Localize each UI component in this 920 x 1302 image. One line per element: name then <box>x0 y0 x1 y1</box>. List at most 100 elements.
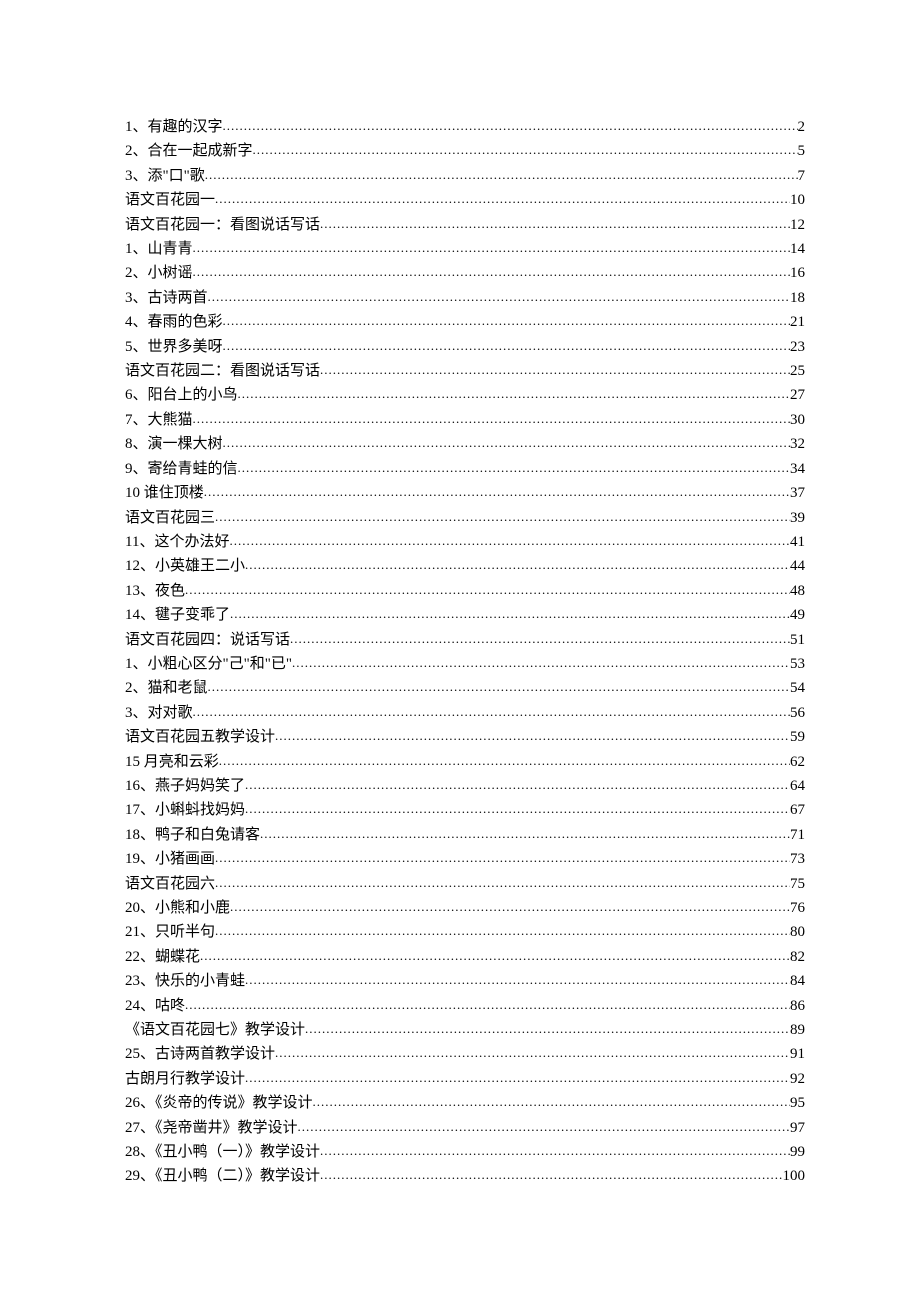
toc-entry[interactable]: 16、燕子妈妈笑了64 <box>125 774 805 798</box>
toc-entry[interactable]: 23、快乐的小青蛙 84 <box>125 969 805 993</box>
toc-entry[interactable]: 22、蝴蝶花82 <box>125 945 805 969</box>
toc-leader-dots <box>230 602 790 626</box>
toc-title: 5、世界多美呀 <box>125 335 223 359</box>
toc-entry[interactable]: 8、演一棵大树32 <box>125 432 805 456</box>
toc-leader-dots <box>215 846 790 870</box>
toc-leader-dots <box>238 382 790 406</box>
toc-title: 语文百花园一 <box>125 188 215 212</box>
toc-entry[interactable]: 6、阳台上的小鸟27 <box>125 383 805 407</box>
toc-page-number: 84 <box>790 969 805 993</box>
toc-title: 古朗月行教学设计 <box>125 1067 245 1091</box>
toc-entry[interactable]: 11、这个办法好41 <box>125 530 805 554</box>
toc-entry[interactable]: 10 谁住顶楼37 <box>125 481 805 505</box>
toc-page-number: 73 <box>790 847 805 871</box>
toc-entry[interactable]: 语文百花园四：说话写话 51 <box>125 628 805 652</box>
toc-leader-dots <box>245 773 790 797</box>
toc-title: 25、古诗两首教学设计 <box>125 1042 275 1066</box>
toc-entry[interactable]: 语文百花园一10 <box>125 188 805 212</box>
toc-leader-dots <box>193 260 790 284</box>
toc-leader-dots <box>204 480 790 504</box>
toc-leader-dots <box>253 138 798 162</box>
toc-entry[interactable]: 语文百花园六75 <box>125 872 805 896</box>
toc-page-number: 48 <box>790 579 805 603</box>
toc-entry[interactable]: 语文百花园三 39 <box>125 506 805 530</box>
toc-page-number: 99 <box>790 1140 805 1164</box>
toc-page-number: 95 <box>790 1091 805 1115</box>
toc-leader-dots <box>200 944 790 968</box>
toc-title: 3、对对歌 <box>125 701 193 725</box>
toc-leader-dots <box>205 163 798 187</box>
toc-entry[interactable]: 15 月亮和云彩62 <box>125 750 805 774</box>
toc-entry[interactable]: 12、小英雄王二小44 <box>125 554 805 578</box>
toc-page-number: 16 <box>790 261 805 285</box>
toc-entry[interactable]: 24、咕咚86 <box>125 994 805 1018</box>
toc-title: 3、古诗两首 <box>125 286 208 310</box>
toc-leader-dots <box>245 797 790 821</box>
toc-entry[interactable]: 7、大熊猫30 <box>125 408 805 432</box>
toc-page-number: 62 <box>790 750 805 774</box>
toc-entry[interactable]: 29、《丑小鸭（二）》教学设计100 <box>125 1164 805 1188</box>
toc-entry[interactable]: 1、山青青14 <box>125 237 805 261</box>
toc-title: 23、快乐的小青蛙 <box>125 969 245 993</box>
toc-page-number: 86 <box>790 994 805 1018</box>
toc-entry[interactable]: 语文百花园二：看图说话写话25 <box>125 359 805 383</box>
toc-entry[interactable]: 20、小熊和小鹿76 <box>125 896 805 920</box>
toc-leader-dots <box>193 700 790 724</box>
toc-leader-dots <box>245 1066 790 1090</box>
toc-entry[interactable]: 5、世界多美呀 23 <box>125 335 805 359</box>
toc-title: 22、蝴蝶花 <box>125 945 200 969</box>
toc-entry[interactable]: 3、添"口"歌7 <box>125 164 805 188</box>
toc-page-number: 23 <box>790 335 805 359</box>
toc-entry[interactable]: 语文百花园一：看图说话写话12 <box>125 213 805 237</box>
toc-page-number: 39 <box>790 506 805 530</box>
toc-title: 16、燕子妈妈笑了 <box>125 774 245 798</box>
toc-entry[interactable]: 18、鸭子和白兔请客71 <box>125 823 805 847</box>
toc-title: 19、小猪画画 <box>125 847 215 871</box>
toc-entry[interactable]: 4、春雨的色彩21 <box>125 310 805 334</box>
toc-entry[interactable]: 古朗月行教学设计92 <box>125 1067 805 1091</box>
toc-page-number: 44 <box>790 554 805 578</box>
toc-entry[interactable]: 25、古诗两首教学设计91 <box>125 1042 805 1066</box>
toc-entry[interactable]: 19、小猪画画 73 <box>125 847 805 871</box>
toc-entry[interactable]: 3、古诗两首18 <box>125 286 805 310</box>
toc-page-number: 51 <box>790 628 805 652</box>
toc-page-number: 21 <box>790 310 805 334</box>
toc-entry[interactable]: 17、小蝌蚪找妈妈67 <box>125 798 805 822</box>
toc-title: 20、小熊和小鹿 <box>125 896 230 920</box>
toc-leader-dots <box>215 187 790 211</box>
toc-entry[interactable]: 13、夜色48 <box>125 579 805 603</box>
toc-leader-dots <box>208 285 790 309</box>
toc-entry[interactable]: 1、小粗心区分"己"和"已"53 <box>125 652 805 676</box>
toc-entry[interactable]: 语文百花园五教学设计59 <box>125 725 805 749</box>
toc-leader-dots <box>229 529 790 553</box>
toc-page-number: 27 <box>790 383 805 407</box>
toc-page-number: 56 <box>790 701 805 725</box>
toc-entry[interactable]: 27、《尧帝凿井》教学设计97 <box>125 1116 805 1140</box>
toc-entry[interactable]: 2、猫和老鼠54 <box>125 676 805 700</box>
toc-title: 1、山青青 <box>125 237 193 261</box>
toc-entry[interactable]: 28、《丑小鸭（一）》教学设计 99 <box>125 1140 805 1164</box>
toc-leader-dots <box>223 334 790 358</box>
toc-title: 26、《炎帝的传说》教学设计 <box>125 1091 313 1115</box>
toc-entry[interactable]: 9、寄给青蛙的信34 <box>125 457 805 481</box>
toc-entry[interactable]: 《语文百花园七》教学设计89 <box>125 1018 805 1042</box>
toc-entry[interactable]: 21、只听半句80 <box>125 920 805 944</box>
toc-entry[interactable]: 14、毽子变乖了49 <box>125 603 805 627</box>
toc-title: 语文百花园四：说话写话 <box>125 628 290 652</box>
toc-leader-dots <box>223 114 798 138</box>
toc-entry[interactable]: 2、合在一起成新字5 <box>125 139 805 163</box>
toc-page-number: 71 <box>790 823 805 847</box>
toc-title: 28、《丑小鸭（一）》教学设计 <box>125 1140 320 1164</box>
toc-leader-dots <box>245 968 790 992</box>
toc-page-number: 41 <box>790 530 805 554</box>
toc-leader-dots <box>215 505 790 529</box>
toc-title: 语文百花园三 <box>125 506 215 530</box>
toc-page-number: 97 <box>790 1116 805 1140</box>
toc-entry[interactable]: 1、有趣的汉字2 <box>125 115 805 139</box>
toc-entry[interactable]: 3、对对歌 56 <box>125 701 805 725</box>
toc-leader-dots <box>223 431 790 455</box>
toc-entry[interactable]: 2、小树谣16 <box>125 261 805 285</box>
toc-title: 10 谁住顶楼 <box>125 481 204 505</box>
toc-entry[interactable]: 26、《炎帝的传说》教学设计 95 <box>125 1091 805 1115</box>
toc-leader-dots <box>260 822 790 846</box>
